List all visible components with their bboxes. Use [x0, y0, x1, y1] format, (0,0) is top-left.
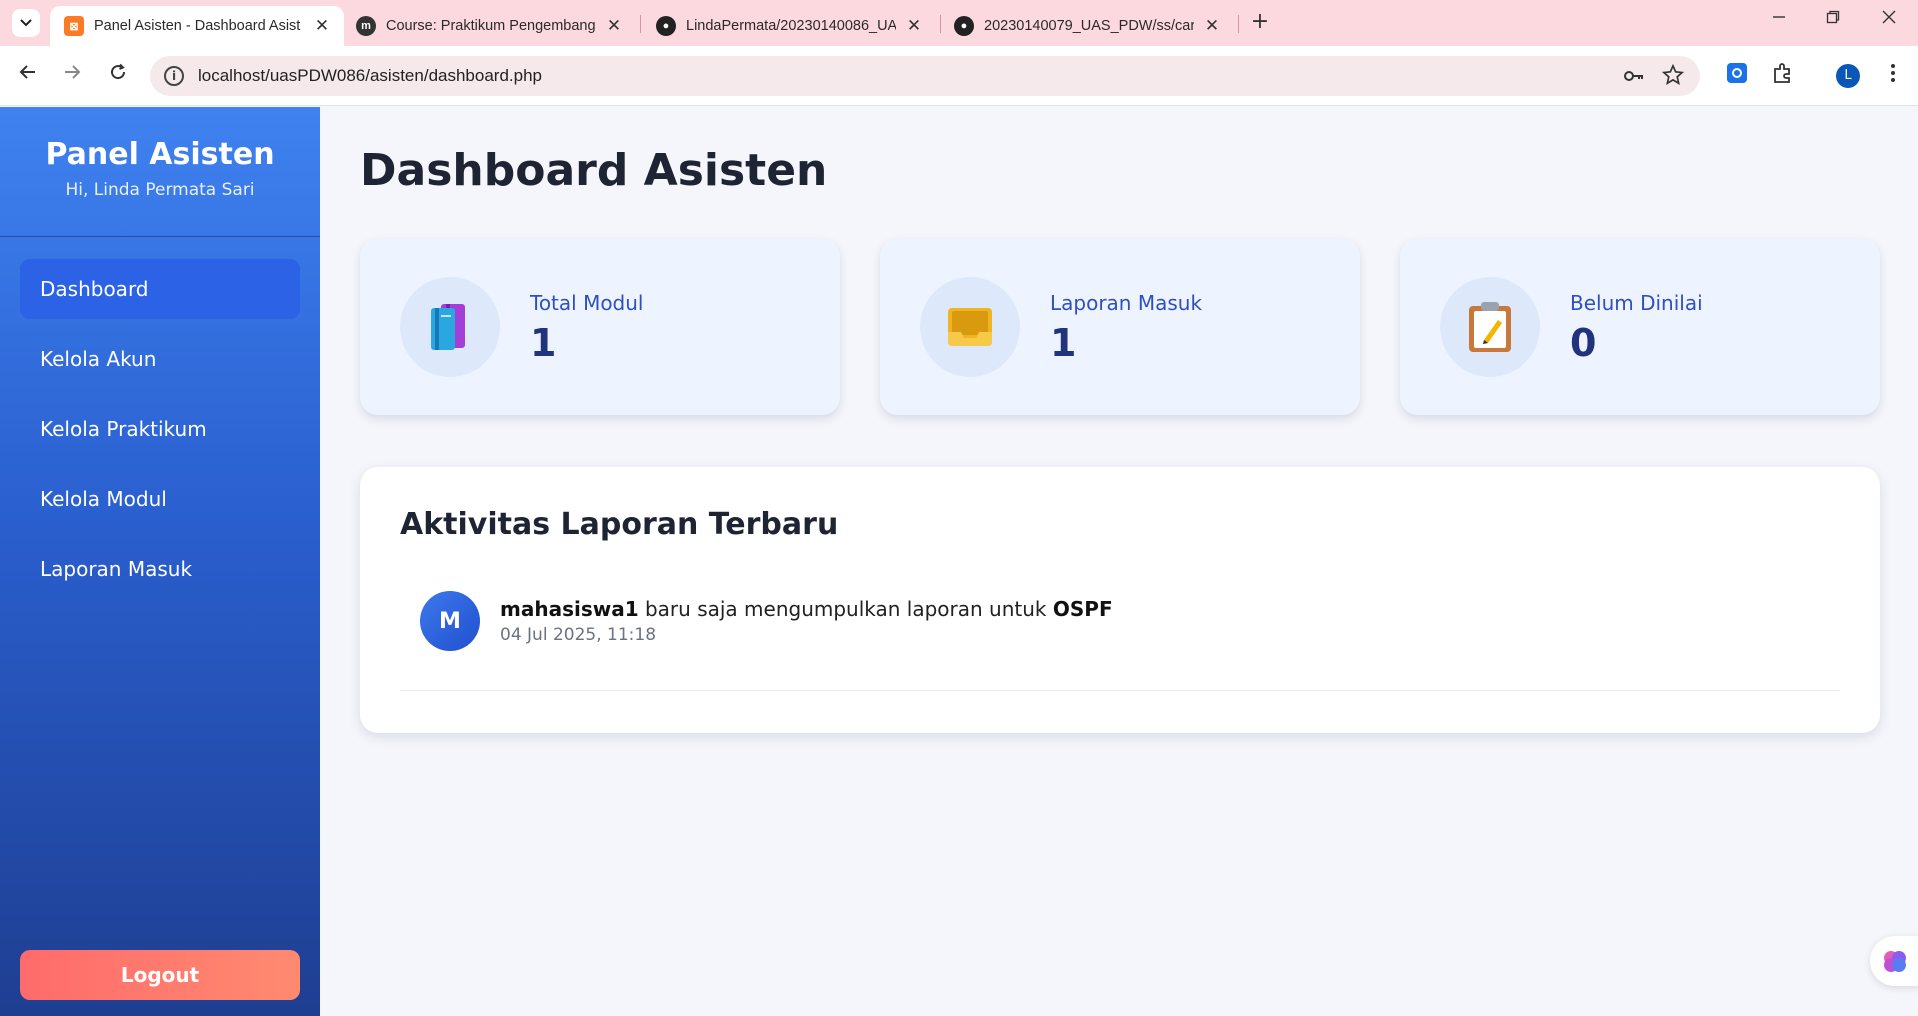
- brain-icon: [1884, 951, 1906, 972]
- stat-icon-circle: [400, 277, 500, 377]
- tab-search-button[interactable]: [12, 9, 40, 37]
- sidebar-title: Panel Asisten: [45, 137, 275, 172]
- moodle-icon: m: [356, 16, 376, 36]
- page-title: Dashboard Asisten: [360, 145, 828, 196]
- stat-card-total-modul: Total Modul 1: [360, 239, 840, 415]
- stat-icon-circle: [920, 277, 1020, 377]
- stat-value: 1: [1050, 321, 1077, 365]
- close-tab-icon[interactable]: ✕: [606, 16, 622, 36]
- stat-label: Total Modul: [530, 291, 644, 315]
- tab-title: LindaPermata/20230140086_UA: [686, 18, 896, 34]
- reload-icon: [111, 63, 126, 80]
- close-window-button[interactable]: [1874, 8, 1904, 29]
- avatar: M: [420, 591, 480, 651]
- close-tab-icon[interactable]: ✕: [314, 16, 330, 36]
- sidebar-item-kelola-akun[interactable]: Kelola Akun: [20, 329, 300, 389]
- assistant-floating-button[interactable]: [1870, 936, 1918, 986]
- sidebar-item-laporan-masuk[interactable]: Laporan Masuk: [20, 539, 300, 599]
- chevron-down-icon: [20, 19, 32, 27]
- arrow-left-icon: [19, 65, 35, 79]
- logout-button[interactable]: Logout: [20, 950, 300, 1000]
- sidebar-item-dashboard[interactable]: Dashboard: [20, 259, 300, 319]
- close-icon: [1882, 10, 1896, 24]
- sidebar: Panel Asisten Hi, Linda Permata Sari Das…: [0, 107, 320, 1016]
- url-text[interactable]: localhost/uasPDW086/asisten/dashboard.ph…: [198, 66, 542, 86]
- close-tab-icon[interactable]: ✕: [1204, 16, 1220, 36]
- stat-value: 0: [1570, 321, 1597, 365]
- tab-separator: [640, 15, 641, 33]
- stat-value: 1: [530, 321, 557, 365]
- site-info-icon[interactable]: i: [164, 66, 184, 86]
- clipboard-icon: [1469, 302, 1511, 352]
- main-content: Dashboard Asisten Total Modul 1 Laporan …: [320, 107, 1918, 1016]
- extensions-puzzle-icon[interactable]: [1770, 60, 1796, 86]
- activity-text: mahasiswa1 baru saja mengumpulkan lapora…: [500, 597, 1113, 621]
- arrow-right-icon: [65, 65, 81, 79]
- minimize-icon: [1773, 16, 1785, 18]
- stat-label: Laporan Masuk: [1050, 291, 1203, 315]
- tab-github-uas[interactable]: ● 20230140079_UAS_PDW/ss/car ✕: [940, 6, 1234, 46]
- stat-label: Belum Dinilai: [1570, 291, 1703, 315]
- stat-card-laporan-masuk: Laporan Masuk 1: [880, 239, 1360, 415]
- tab-title: 20230140079_UAS_PDW/ss/car: [984, 18, 1194, 34]
- github-icon: ●: [656, 16, 676, 36]
- extension-gear-icon[interactable]: [1724, 60, 1750, 86]
- activity-module: OSPF: [1052, 597, 1113, 621]
- stat-icon-circle: [1440, 277, 1540, 377]
- activity-user: mahasiswa1: [500, 597, 639, 621]
- bookmark-star-icon[interactable]: [1661, 63, 1685, 91]
- new-tab-button[interactable]: +: [1246, 9, 1274, 34]
- xampp-icon: ⊠: [64, 16, 84, 36]
- profile-avatar[interactable]: L: [1836, 64, 1860, 88]
- activity-item: M mahasiswa1 baru saja mengumpulkan lapo…: [400, 591, 1840, 691]
- address-bar[interactable]: i localhost/uasPDW086/asisten/dashboard.…: [150, 56, 1700, 96]
- browser-toolbar: i localhost/uasPDW086/asisten/dashboard.…: [0, 46, 1918, 106]
- stat-card-belum-dinilai: Belum Dinilai 0: [1400, 239, 1880, 415]
- tab-separator: [1238, 15, 1239, 33]
- forward-button[interactable]: [58, 62, 86, 86]
- back-button[interactable]: [14, 62, 42, 86]
- sidebar-item-kelola-praktikum[interactable]: Kelola Praktikum: [20, 399, 300, 459]
- activity-timestamp: 04 Jul 2025, 11:18: [500, 625, 657, 645]
- sidebar-greeting: Hi, Linda Permata Sari: [65, 180, 255, 200]
- inbox-tray-icon: [948, 308, 992, 346]
- tab-course[interactable]: m Course: Praktikum Pengembang ✕: [342, 6, 636, 46]
- tab-title: Panel Asisten - Dashboard Asist: [94, 18, 301, 34]
- more-menu-icon[interactable]: [1880, 60, 1906, 86]
- sidebar-brand: Panel Asisten Hi, Linda Permata Sari: [0, 107, 320, 237]
- password-key-icon[interactable]: [1622, 64, 1646, 93]
- github-icon: ●: [954, 16, 974, 36]
- reload-button[interactable]: [104, 62, 132, 86]
- sidebar-menu: Dashboard Kelola Akun Kelola Praktikum K…: [0, 237, 320, 599]
- activity-panel: Aktivitas Laporan Terbaru M mahasiswa1 b…: [360, 467, 1880, 733]
- close-tab-icon[interactable]: ✕: [906, 16, 922, 36]
- tab-panel-asisten[interactable]: ⊠ Panel Asisten - Dashboard Asist ✕: [50, 6, 344, 46]
- sidebar-item-kelola-modul[interactable]: Kelola Modul: [20, 469, 300, 529]
- browser-tab-bar: ⊠ Panel Asisten - Dashboard Asist ✕ m Co…: [0, 0, 1918, 46]
- tab-github-linda[interactable]: ● LindaPermata/20230140086_UA ✕: [642, 6, 936, 46]
- restore-icon: [1826, 10, 1840, 24]
- tab-title: Course: Praktikum Pengembang: [386, 18, 596, 34]
- restore-button[interactable]: [1818, 8, 1848, 29]
- activity-title: Aktivitas Laporan Terbaru: [400, 507, 839, 542]
- minimize-button[interactable]: [1764, 8, 1794, 29]
- activity-description: baru saja mengumpulkan laporan untuk: [638, 597, 1053, 621]
- books-icon: [431, 304, 465, 350]
